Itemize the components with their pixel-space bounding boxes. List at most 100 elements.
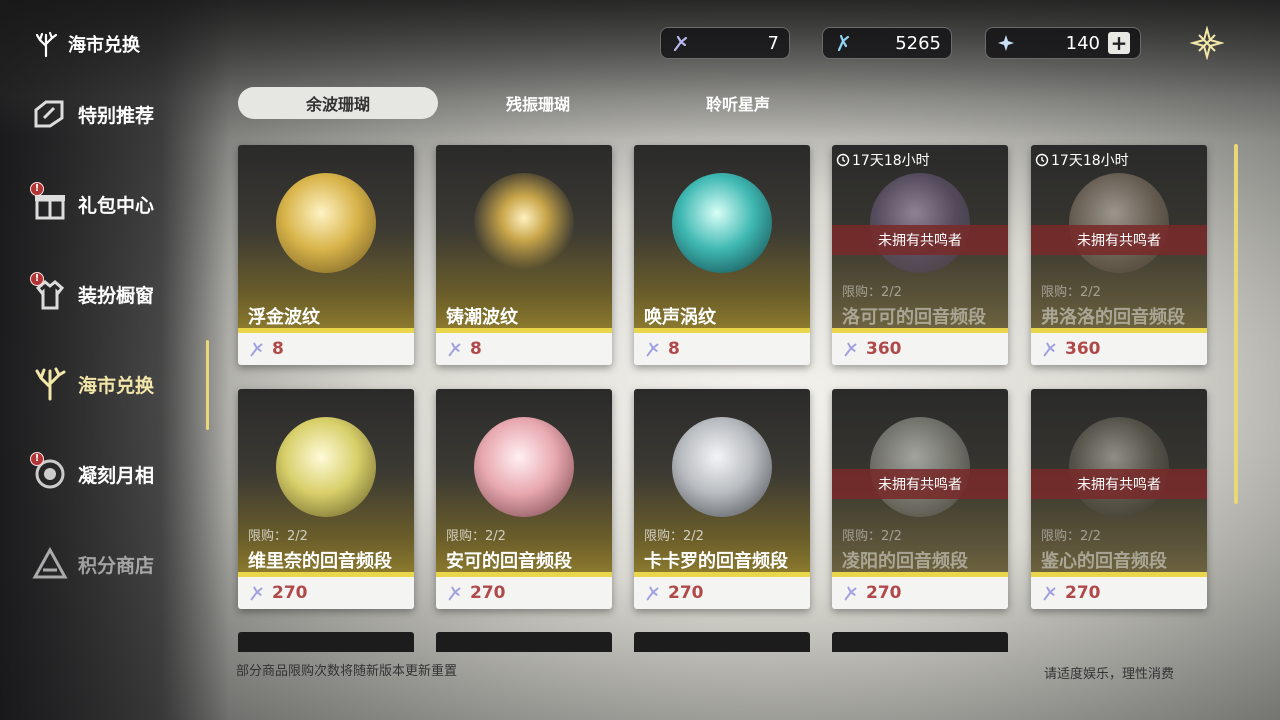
sidebar-item-label: 海市兑换 <box>78 374 155 397</box>
currency-star-sound[interactable]: 140 + <box>985 27 1141 59</box>
shop-item-card[interactable]: 未拥有共鸣者 限购：2/2 凌阳的回音频段 270 <box>832 389 1008 609</box>
shop-item-card-partial[interactable] <box>832 632 1008 652</box>
coral-icon <box>1043 342 1056 357</box>
item-price-value: 270 <box>1065 583 1101 603</box>
shop-item-card[interactable]: 17天18小时 未拥有共鸣者 限购：2/2 弗洛洛的回音频段 360 <box>1031 145 1207 365</box>
shop-item-card[interactable]: 铸潮波纹 8 <box>436 145 612 365</box>
coral-icon <box>646 586 659 601</box>
shop-item-card-partial[interactable] <box>436 632 612 652</box>
sidebar-item-outfit[interactable]: ! 装扮橱窗 <box>30 272 155 314</box>
moon-icon: ! <box>30 452 70 494</box>
limited-time-timer: 17天18小时 <box>1035 150 1129 170</box>
item-price-value: 270 <box>668 583 704 603</box>
sidebar-item-recommend[interactable]: 特别推荐 <box>30 94 154 134</box>
shop-item-card[interactable]: 17天18小时 未拥有共鸣者 限购：2/2 洛可可的回音频段 360 <box>832 145 1008 365</box>
shop-item-card[interactable]: 未拥有共鸣者 限购：2/2 鉴心的回音频段 270 <box>1031 389 1207 609</box>
not-owned-banner: 未拥有共鸣者 <box>832 469 1008 499</box>
notification-badge: ! <box>30 182 44 196</box>
gift-icon: ! <box>30 182 70 224</box>
item-price: 360 <box>832 333 1008 365</box>
item-orb-image <box>474 417 574 517</box>
item-price-value: 360 <box>866 339 902 359</box>
page-title: 海市兑换 <box>32 30 140 58</box>
item-name: 弗洛洛的回音频段 <box>1041 307 1185 328</box>
item-price-value: 360 <box>1065 339 1101 359</box>
sidebar-item-label: 积分商店 <box>78 554 155 577</box>
item-orb-image <box>870 173 970 273</box>
item-price-value: 270 <box>470 583 506 603</box>
item-price: 270 <box>1031 577 1207 609</box>
purchase-limit: 限购：2/2 <box>1041 285 1101 300</box>
purchase-limit: 限购：2/2 <box>842 285 902 300</box>
shop-item-card[interactable]: 限购：2/2 维里奈的回音频段 270 <box>238 389 414 609</box>
sidebar-item-moon[interactable]: ! 凝刻月相 <box>30 452 155 494</box>
item-price-value: 8 <box>470 339 482 359</box>
purchase-limit: 限购：2/2 <box>842 529 902 544</box>
item-price-value: 8 <box>272 339 284 359</box>
shop-item-card[interactable]: 限购：2/2 安可的回音频段 270 <box>436 389 612 609</box>
item-price-value: 8 <box>668 339 680 359</box>
triangle-icon <box>30 544 70 584</box>
item-orb-image <box>672 173 772 273</box>
currency-star-sound-value: 140 <box>1065 32 1100 54</box>
sidebar-item-label: 装扮橱窗 <box>78 284 155 307</box>
close-icon <box>1190 26 1224 60</box>
timer-text: 17天18小时 <box>1051 153 1129 169</box>
item-orb-image <box>276 417 376 517</box>
item-price: 8 <box>238 333 414 365</box>
item-price: 270 <box>238 577 414 609</box>
afterglow-coral-icon <box>837 34 850 52</box>
item-price: 270 <box>832 577 1008 609</box>
add-currency-button[interactable]: + <box>1108 32 1130 54</box>
currency-afterglow-value: 5265 <box>895 32 941 54</box>
currency-coral-value: 7 <box>767 32 779 54</box>
coral-icon <box>250 342 263 357</box>
reset-notice: 部分商品限购次数将随新版本更新重置 <box>236 664 458 679</box>
item-price: 8 <box>436 333 612 365</box>
category-tabs: 余波珊瑚 残振珊瑚 聆听星声 <box>238 87 838 119</box>
sidebar-item-label: 凝刻月相 <box>78 464 155 487</box>
item-orb-image <box>474 173 574 273</box>
coral-icon <box>250 586 263 601</box>
close-button[interactable] <box>1190 26 1224 60</box>
shop-item-card[interactable]: 浮金波纹 8 <box>238 145 414 365</box>
tab-afterglow-coral[interactable]: 余波珊瑚 <box>238 87 438 119</box>
shop-item-card-partial[interactable] <box>238 632 414 652</box>
sidebar-item-points-shop[interactable]: 积分商店 <box>30 544 154 584</box>
item-price: 270 <box>436 577 612 609</box>
page-title-text: 海市兑换 <box>68 35 140 56</box>
item-name: 铸潮波纹 <box>446 307 518 328</box>
sidebar-item-exchange[interactable]: 海市兑换 <box>30 364 154 404</box>
currency-coral[interactable]: 7 <box>660 27 790 59</box>
item-name: 维里奈的回音频段 <box>248 551 392 572</box>
tab-star-sound[interactable]: 聆听星声 <box>638 87 838 119</box>
coral-icon <box>844 342 857 357</box>
item-price: 360 <box>1031 333 1207 365</box>
tab-oscillated-coral[interactable]: 残振珊瑚 <box>438 87 638 119</box>
coral-icon <box>448 342 461 357</box>
purchase-limit: 限购：2/2 <box>446 529 506 544</box>
recommend-icon <box>30 94 70 134</box>
clock-icon <box>836 153 850 167</box>
sidebar-active-indicator <box>206 340 209 430</box>
item-name: 洛可可的回音频段 <box>842 307 986 328</box>
item-orb-image <box>1069 417 1169 517</box>
item-price: 8 <box>634 333 810 365</box>
item-name: 唤声涡纹 <box>644 307 716 328</box>
shop-item-card[interactable]: 限购：2/2 卡卡罗的回音频段 270 <box>634 389 810 609</box>
coral-icon <box>448 586 461 601</box>
shop-item-card-partial[interactable] <box>634 632 810 652</box>
moderation-notice: 请适度娱乐，理性消费 <box>1044 667 1175 682</box>
currency-afterglow[interactable]: 5265 <box>822 27 952 59</box>
shop-item-card[interactable]: 唤声涡纹 8 <box>634 145 810 365</box>
notification-badge: ! <box>30 452 44 466</box>
sidebar-item-label: 特别推荐 <box>78 104 155 127</box>
not-owned-banner: 未拥有共鸣者 <box>1031 469 1207 499</box>
item-price: 270 <box>634 577 810 609</box>
purchase-limit: 限购：2/2 <box>248 529 308 544</box>
item-orb-image <box>1069 173 1169 273</box>
sidebar-item-gift[interactable]: ! 礼包中心 <box>30 182 154 224</box>
coral-icon <box>673 35 688 52</box>
not-owned-banner: 未拥有共鸣者 <box>832 225 1008 255</box>
scrollbar[interactable] <box>1234 144 1238 504</box>
